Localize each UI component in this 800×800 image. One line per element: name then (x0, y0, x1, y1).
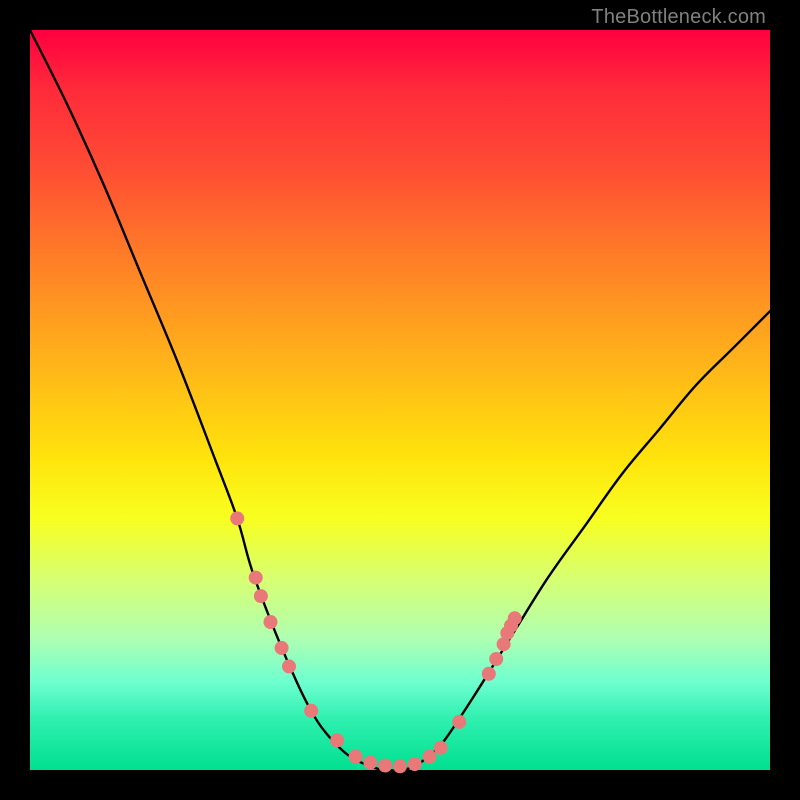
data-point (249, 571, 263, 585)
data-point (264, 615, 278, 629)
watermark-label: TheBottleneck.com (591, 6, 766, 29)
data-point (282, 659, 296, 673)
data-point (393, 759, 407, 773)
data-point (330, 733, 344, 747)
data-point (254, 589, 268, 603)
data-point (423, 750, 437, 764)
marker-layer (230, 511, 522, 773)
data-point (378, 759, 392, 773)
bottleneck-curve (30, 30, 770, 771)
data-point (230, 511, 244, 525)
plot-area (30, 30, 770, 770)
data-point (434, 741, 448, 755)
data-point (482, 667, 496, 681)
curve-layer (30, 30, 770, 770)
data-point (275, 641, 289, 655)
data-point (349, 750, 363, 764)
data-point (489, 652, 503, 666)
data-point (508, 611, 522, 625)
data-point (452, 715, 466, 729)
data-point (408, 757, 422, 771)
data-point (304, 704, 318, 718)
chart-frame: TheBottleneck.com (0, 0, 800, 800)
data-point (363, 756, 377, 770)
